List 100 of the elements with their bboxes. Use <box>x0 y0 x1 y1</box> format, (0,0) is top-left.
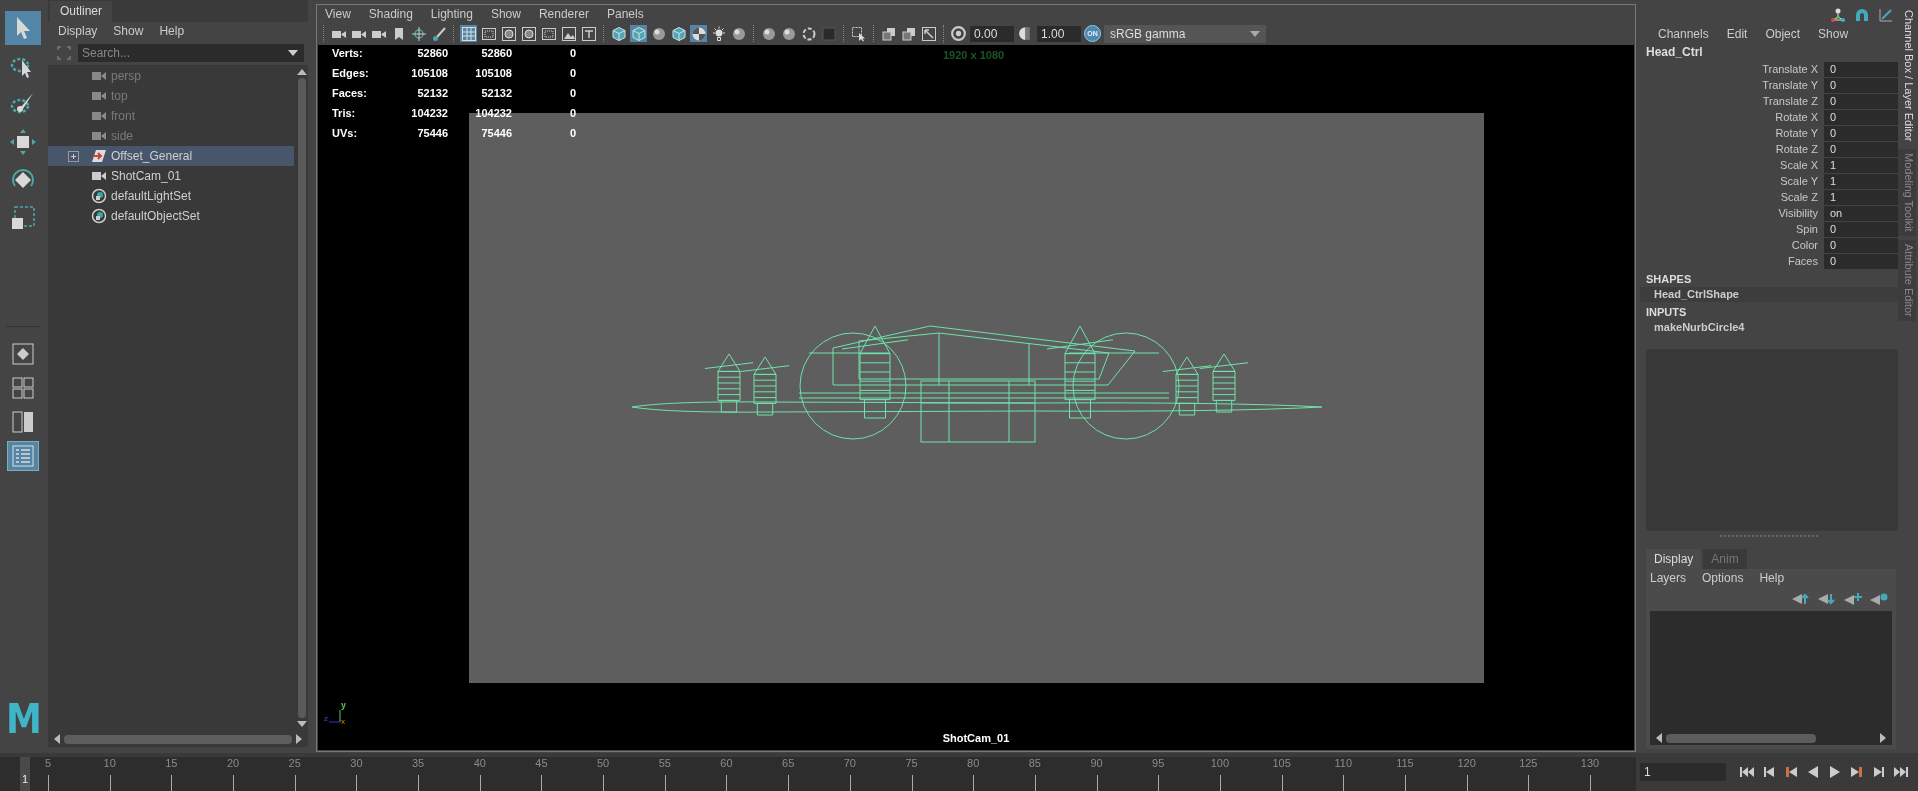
frame-number: 100 <box>1210 757 1230 769</box>
stat-value: 0 <box>568 107 576 119</box>
menu-item[interactable]: Display <box>58 24 98 38</box>
cube-icon[interactable] <box>610 25 627 42</box>
transform-icon <box>91 148 107 164</box>
move-layer-up-icon[interactable] <box>1792 593 1810 605</box>
layer-selected-icon[interactable] <box>1870 593 1888 605</box>
menu-item[interactable]: Show <box>113 24 144 38</box>
color-space-dropdown[interactable]: sRGB gamma <box>1104 24 1266 43</box>
ring-icon[interactable] <box>800 25 817 42</box>
set-icon <box>91 208 107 224</box>
scroll-right-icon[interactable] <box>1880 733 1886 743</box>
menu-item[interactable]: Show <box>490 7 521 21</box>
scroll-left-icon[interactable] <box>1656 733 1662 743</box>
expand-icon[interactable] <box>68 150 79 162</box>
sphere-icon[interactable] <box>730 25 747 42</box>
menu-item[interactable]: Options <box>1702 571 1744 585</box>
menu-item[interactable]: Renderer <box>538 7 589 21</box>
stat-label: Faces: <box>332 87 368 99</box>
channel-value-field[interactable]: 0 <box>1824 141 1898 157</box>
shape-node-item[interactable]: Head_CtrlShape <box>1640 287 1898 302</box>
menu-item[interactable]: Help <box>159 24 185 38</box>
axis-label: y <box>341 700 346 710</box>
menu-item[interactable]: Lighting <box>430 7 473 21</box>
channel-label: Rotate X <box>1774 111 1818 123</box>
scroll-right-icon[interactable] <box>296 734 302 744</box>
sphere-icon[interactable] <box>760 25 777 42</box>
move-layer-down-icon[interactable] <box>1818 593 1836 605</box>
new-layer-icon[interactable] <box>1844 593 1862 605</box>
outliner-item[interactable]: Offset_General <box>48 146 294 166</box>
stack-icon[interactable] <box>900 25 917 42</box>
film-icon[interactable] <box>480 25 497 42</box>
scroll-down-icon[interactable] <box>297 721 307 727</box>
film-icon[interactable] <box>540 25 557 42</box>
scroll-left-icon[interactable] <box>54 734 60 744</box>
channel-value-field[interactable]: on <box>1824 205 1898 221</box>
menu-item[interactable]: Shading <box>368 7 413 21</box>
sphere-icon[interactable] <box>780 25 797 42</box>
channel-value-field[interactable]: 1 <box>1824 173 1898 189</box>
scroll-up-icon[interactable] <box>297 69 307 75</box>
frame-number: 85 <box>1028 757 1041 769</box>
scrollbar-thumb[interactable] <box>64 734 292 744</box>
scrollbar-thumb[interactable] <box>1666 733 1816 743</box>
scrollbar-thumb[interactable] <box>298 78 306 718</box>
frame-number: 60 <box>720 757 733 769</box>
dropdown-arrow-icon[interactable] <box>288 50 298 56</box>
channel-value-field[interactable]: 0 <box>1824 125 1898 141</box>
channel-value-field[interactable]: 0 <box>1824 221 1898 237</box>
layer-editor-tab[interactable]: Display <box>1646 549 1702 569</box>
search-field[interactable]: Search... <box>78 44 304 62</box>
input-node-item[interactable]: makeNurbCircle4 <box>1640 320 1898 335</box>
image-icon[interactable] <box>560 25 577 42</box>
stat-value: 0 <box>568 67 576 79</box>
channel-value-field[interactable]: 0 <box>1824 237 1898 253</box>
pivot-icon[interactable] <box>410 25 427 42</box>
menu-item[interactable]: Show <box>1818 27 1849 41</box>
cursor-icon[interactable] <box>850 25 867 42</box>
brush-icon[interactable] <box>430 25 447 42</box>
current-frame-field[interactable]: 1 <box>1640 763 1726 781</box>
channel-value-field[interactable]: 0 <box>1824 109 1898 125</box>
grid-icon[interactable] <box>460 25 477 42</box>
menu-item[interactable]: Channels <box>1658 27 1709 41</box>
outliner-item[interactable]: defaultObjectSet <box>48 206 294 226</box>
magnet-icon[interactable] <box>1854 7 1870 23</box>
current-frame-marker[interactable]: 1 <box>20 757 30 791</box>
graph-icon[interactable] <box>1878 7 1894 23</box>
channel-label: Color <box>1790 239 1818 251</box>
channel-value-field[interactable]: 1 <box>1824 189 1898 205</box>
frame-icon[interactable] <box>520 25 537 42</box>
channel-label: Scale X <box>1779 159 1818 171</box>
hierarchy-icon[interactable] <box>1830 7 1846 23</box>
outliner-item[interactable]: ShotCam_01 <box>48 166 294 186</box>
channel-label: Faces <box>1787 255 1818 267</box>
menu-item[interactable]: View <box>325 7 351 21</box>
side-tab[interactable]: Attribute Editor <box>1898 240 1916 321</box>
frame-number: 20 <box>226 757 240 769</box>
panel-tab[interactable]: Outliner <box>50 1 113 22</box>
channel-value-field[interactable]: 0 <box>1824 77 1898 93</box>
checker-icon[interactable] <box>690 25 707 42</box>
cube-icon[interactable] <box>670 25 687 42</box>
channel-label: Translate X <box>1761 63 1818 75</box>
outliner-item[interactable]: defaultLightSet <box>48 186 294 206</box>
exposure-field[interactable]: 0.00 <box>970 25 1014 42</box>
stack-icon[interactable] <box>880 25 897 42</box>
gamma-field[interactable]: 1.00 <box>1037 25 1081 42</box>
channel-value-field[interactable]: 1 <box>1824 157 1898 173</box>
menu-item[interactable]: Object <box>1765 27 1801 41</box>
menu-item[interactable]: Help <box>1759 571 1785 585</box>
sphere-icon[interactable] <box>650 25 667 42</box>
aperture-icon[interactable] <box>950 25 967 42</box>
menu-item[interactable]: Layers <box>1650 571 1687 585</box>
resize-icon[interactable] <box>920 25 937 42</box>
menu-item[interactable]: Edit <box>1726 27 1748 41</box>
stat-value: 104232 <box>410 107 448 119</box>
light-icon[interactable] <box>710 25 727 42</box>
menu-item[interactable]: Panels <box>606 7 644 21</box>
channel-value-field[interactable]: 0 <box>1824 93 1898 109</box>
channel-value-field[interactable]: 0 <box>1824 61 1898 77</box>
frame-icon[interactable] <box>500 25 517 42</box>
channel-value-field[interactable]: 0 <box>1824 253 1898 269</box>
